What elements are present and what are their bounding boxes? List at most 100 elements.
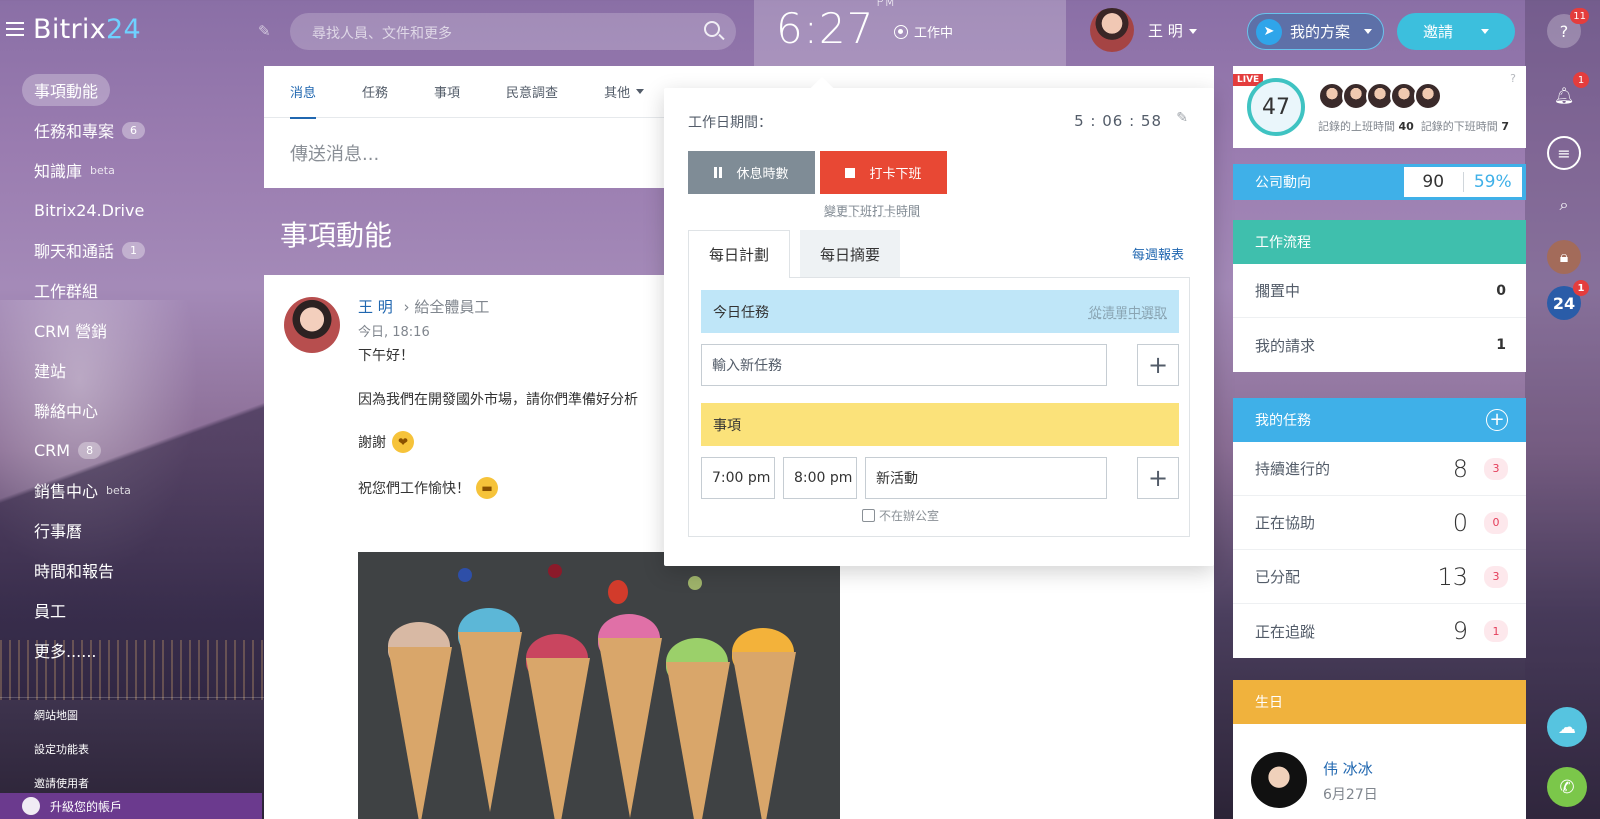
task-row[interactable]: 正在協助 0 0 bbox=[1233, 496, 1526, 550]
clock-time[interactable]: 6:27PM bbox=[776, 0, 895, 53]
my-tasks-title[interactable]: 我的任務 + bbox=[1233, 398, 1526, 442]
clock-out-button[interactable]: 打卡下班 bbox=[820, 151, 947, 194]
avatar[interactable] bbox=[1251, 752, 1307, 808]
phone-icon[interactable]: ✆ bbox=[1547, 767, 1587, 807]
pause-button[interactable]: 休息時數 bbox=[688, 151, 815, 194]
sidebar-item-knowledge[interactable]: 知識庫 beta bbox=[0, 150, 265, 190]
tab-more[interactable]: 其他 bbox=[604, 66, 645, 118]
task-row[interactable]: 持續進行的 8 3 bbox=[1233, 442, 1526, 496]
lock-icon[interactable]: 🔒︎ bbox=[1547, 240, 1581, 274]
tab-daily-plan[interactable]: 每日計劃 bbox=[688, 230, 790, 278]
add-event-button[interactable]: + bbox=[1137, 457, 1179, 499]
task-row[interactable]: 正在追蹤 9 1 bbox=[1233, 604, 1526, 658]
my-tasks-widget: 我的任務 + 持續進行的 8 3 正在協助 0 0 已分配 13 3 正在追蹤 9 1 bbox=[1233, 398, 1526, 658]
configure-menu-link[interactable]: 設定功能表 bbox=[0, 732, 265, 766]
sidebar-item-calendar[interactable]: 行事曆 bbox=[0, 510, 265, 550]
weekly-report-link[interactable]: 每週報表 bbox=[1132, 244, 1184, 263]
new-task-input[interactable]: 輸入新任務 bbox=[701, 344, 1107, 386]
sidebar-item-time-reports[interactable]: 時間和報告 bbox=[0, 550, 265, 590]
count-badge: 1 bbox=[122, 241, 146, 259]
brand-logo[interactable]: Bitrix24 bbox=[33, 14, 141, 45]
avatar[interactable] bbox=[284, 297, 340, 353]
post-author[interactable]: 王 明 bbox=[358, 298, 393, 316]
crown-icon bbox=[22, 797, 40, 815]
bitrix24-icon[interactable]: 24 1 bbox=[1547, 280, 1589, 320]
sidebar-item-drive[interactable]: Bitrix24.Drive bbox=[0, 190, 265, 230]
chevron-down-icon bbox=[636, 89, 645, 94]
search-placeholder: 尋找人員、文件和更多 bbox=[312, 26, 452, 42]
birthday-title[interactable]: 生日 bbox=[1233, 680, 1526, 724]
menu-icon[interactable] bbox=[6, 22, 24, 36]
event-end-time[interactable]: 8:00 pm bbox=[783, 457, 857, 499]
birthday-date: 6月27日 bbox=[1323, 787, 1378, 803]
sidebar-item-more[interactable]: 更多...... bbox=[0, 630, 265, 670]
pause-icon bbox=[714, 167, 723, 178]
search-input[interactable]: 尋找人員、文件和更多 bbox=[290, 13, 736, 50]
pencil-icon[interactable]: ✎ bbox=[258, 22, 271, 40]
search-icon[interactable] bbox=[704, 21, 720, 37]
search-icon[interactable]: ⌕ bbox=[1547, 188, 1581, 222]
kiss-emoji-icon: ❤ bbox=[392, 431, 414, 453]
sidebar-menu: 事項動能 任務和專案 6 知識庫 beta Bitrix24.Drive 聊天和通話… bbox=[0, 70, 265, 670]
live-stats: 記錄的上班時間 40 記錄的下班時間 7 bbox=[1318, 120, 1509, 133]
record-icon bbox=[894, 24, 908, 39]
bell-icon[interactable]: 🔔︎ 1 bbox=[1547, 72, 1589, 112]
add-task-button[interactable]: + bbox=[1137, 344, 1179, 386]
sitemap-link[interactable]: 網站地圖 bbox=[0, 698, 265, 732]
workflow-widget: 工作流程 擱置中 0 我的請求 1 bbox=[1233, 220, 1526, 372]
tab-event[interactable]: 事項 bbox=[434, 66, 460, 118]
tab-poll[interactable]: 民意調查 bbox=[506, 66, 558, 118]
company-pulse[interactable]: 公司動向 90 59% bbox=[1233, 164, 1526, 200]
post-line: 謝謝 ❤ bbox=[358, 431, 414, 453]
help-badge: 11 bbox=[1570, 8, 1589, 24]
pick-from-list-link[interactable]: 從清單中選取 bbox=[1089, 302, 1167, 321]
tab-daily-summary[interactable]: 每日摘要 bbox=[800, 230, 900, 278]
work-status[interactable]: 工作中 bbox=[894, 22, 953, 41]
help-icon[interactable]: ? 11 bbox=[1547, 8, 1589, 48]
sidebar-item-sales-center[interactable]: 銷售中心 beta bbox=[0, 470, 265, 510]
post-recipient[interactable]: 給全體員工 bbox=[414, 298, 489, 316]
task-row[interactable]: 已分配 13 3 bbox=[1233, 550, 1526, 604]
workflow-row[interactable]: 擱置中 0 bbox=[1233, 264, 1526, 318]
out-of-office-checkbox[interactable]: 不在辦公室 bbox=[862, 507, 939, 524]
post-time[interactable]: 今日, 18:16 bbox=[358, 321, 430, 340]
workflow-row[interactable]: 我的請求 1 bbox=[1233, 318, 1526, 372]
post-image[interactable] bbox=[358, 552, 840, 819]
workflow-title[interactable]: 工作流程 bbox=[1233, 220, 1526, 264]
count-badge: 8 bbox=[78, 441, 102, 459]
add-task-icon[interactable]: + bbox=[1486, 409, 1508, 431]
upgrade-button[interactable]: 升級您的帳戶 bbox=[0, 793, 262, 819]
event-name-input[interactable]: 新活動 bbox=[865, 457, 1107, 499]
sidebar-item-sites[interactable]: 建站 bbox=[0, 350, 265, 390]
tab-task[interactable]: 任務 bbox=[362, 66, 388, 118]
avatar bbox=[1090, 8, 1134, 52]
change-clockout-link[interactable]: 變更下班打卡時間 bbox=[824, 202, 920, 219]
my-plan-button[interactable]: ➤ 我的方案 bbox=[1247, 13, 1384, 50]
sidebar-item-feed[interactable]: 事項動能 bbox=[0, 70, 265, 110]
cloud-phone-icon[interactable]: ☁ bbox=[1547, 707, 1587, 747]
sidebar-item-chat[interactable]: 聊天和通話 1 bbox=[0, 230, 265, 270]
sidebar-item-groups[interactable]: 工作群組 bbox=[0, 270, 265, 310]
sidebar-item-crm[interactable]: CRM 8 bbox=[0, 430, 265, 470]
tab-message[interactable]: 消息 bbox=[290, 66, 317, 119]
sidebar-item-contact-center[interactable]: 聯絡中心 bbox=[0, 390, 265, 430]
sunglasses-emoji-icon: ▬ bbox=[476, 477, 498, 499]
sidebar-item-crm-marketing[interactable]: CRM 營銷 bbox=[0, 310, 265, 350]
sidebar-item-employees[interactable]: 員工 bbox=[0, 590, 265, 630]
help-icon[interactable]: ? bbox=[1510, 72, 1516, 85]
sidebar-item-tasks[interactable]: 任務和專案 6 bbox=[0, 110, 265, 150]
post-line: 因為我們在開發國外市場，請你們準備好分析 bbox=[358, 392, 638, 408]
invite-button[interactable]: 邀請 bbox=[1397, 13, 1515, 50]
live-widget[interactable]: LIVE 47 記錄的上班時間 40 記錄的下班時間 7 ? bbox=[1233, 66, 1526, 148]
chat-icon[interactable]: ≡ bbox=[1547, 136, 1581, 170]
event-start-time[interactable]: 7:00 pm bbox=[701, 457, 775, 499]
daily-plan-panel: 今日任務 從清單中選取 輸入新任務 + 事項 7:00 pm 8:00 pm 新活… bbox=[688, 277, 1190, 537]
birthday-name[interactable]: 伟 冰冰 bbox=[1323, 758, 1373, 779]
workday-duration: 5 : 06 : 58 bbox=[1074, 112, 1162, 130]
post-line: 祝您們工作愉快！ ▬ bbox=[358, 477, 498, 499]
edit-icon[interactable]: ✎ bbox=[1176, 110, 1188, 126]
bell-badge: 1 bbox=[1573, 72, 1589, 88]
birthday-widget: 生日 伟 冰冰 6月27日 bbox=[1233, 680, 1526, 819]
user-menu[interactable]: 王 明 bbox=[1090, 8, 1197, 52]
workday-popup: 工作日期間： 5 : 06 : 58 ✎ 休息時數 打卡下班 變更下班打卡時間 … bbox=[664, 88, 1214, 566]
